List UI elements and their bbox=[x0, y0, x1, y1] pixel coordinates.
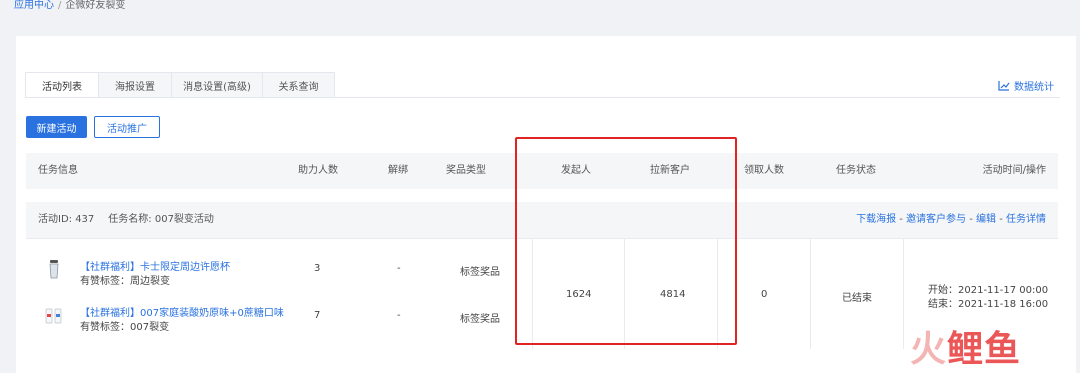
promote-activity-button[interactable]: 活动推广 bbox=[94, 116, 160, 138]
breadcrumb-app-center[interactable]: 应用中心 bbox=[14, 0, 54, 11]
activity-meta: 活动ID: 437 任务名称: 007裂变活动 bbox=[38, 202, 214, 238]
tab-poster-settings[interactable]: 海报设置 bbox=[99, 72, 172, 98]
task-name: 任务名称: 007裂变活动 bbox=[108, 214, 214, 225]
tab-bar: 活动列表 海报设置 消息设置(高级) 关系查询 bbox=[25, 72, 335, 98]
header-helpers: 助力人数 bbox=[298, 165, 338, 176]
tab-relation-query[interactable]: 关系查询 bbox=[263, 72, 335, 98]
helpers-count: 7 bbox=[314, 310, 321, 321]
data-stats-label: 数据统计 bbox=[1014, 82, 1054, 93]
download-poster-link[interactable]: 下载海报 bbox=[856, 214, 896, 225]
breadcrumb-separator: / bbox=[58, 0, 62, 11]
activity-id: 活动ID: 437 bbox=[38, 214, 95, 225]
new-activity-button[interactable]: 新建活动 bbox=[26, 116, 87, 138]
ops-separator: - bbox=[966, 214, 977, 225]
column-divider bbox=[903, 239, 904, 349]
breadcrumb: 应用中心 / 企微好友裂变 bbox=[14, 0, 125, 14]
data-stats-link[interactable]: 数据统计 bbox=[998, 78, 1054, 93]
end-time: 结束：2021-11-18 16:00 bbox=[928, 299, 1049, 310]
column-divider bbox=[810, 239, 811, 349]
edit-link[interactable]: 编辑 bbox=[976, 214, 996, 225]
unbind-value: - bbox=[397, 263, 401, 274]
status-badge: 已结束 bbox=[842, 293, 872, 304]
cup-icon bbox=[49, 260, 59, 279]
product-title[interactable]: 【社群福利】007家庭装酸奶原味+0蔗糖口味 bbox=[80, 304, 284, 319]
header-claimed: 领取人数 bbox=[744, 165, 784, 176]
highlight-box bbox=[515, 137, 737, 345]
breadcrumb-current: 企微好友裂变 bbox=[65, 0, 126, 11]
header-task-info: 任务信息 bbox=[38, 165, 78, 176]
watermark-part1: 火 bbox=[910, 329, 948, 370]
yogurt-icon bbox=[45, 308, 62, 324]
invite-customers-link[interactable]: 邀请客户参与 bbox=[906, 214, 966, 225]
product-tag: 有赞标签：007裂变 bbox=[80, 322, 170, 333]
header-unbind: 解绑 bbox=[388, 165, 408, 176]
activity-ops: 下载海报 - 邀请客户参与 - 编辑 - 任务详情 bbox=[856, 202, 1046, 238]
tab-divider bbox=[25, 97, 1060, 98]
chart-icon bbox=[998, 80, 1010, 91]
ops-separator: - bbox=[996, 214, 1006, 225]
task-detail-link[interactable]: 任务详情 bbox=[1006, 214, 1046, 225]
tab-activity-list[interactable]: 活动列表 bbox=[25, 72, 99, 98]
unbind-value: - bbox=[397, 310, 401, 321]
product-title[interactable]: 【社群福利】卡士限定周边许愿杯 bbox=[80, 258, 230, 273]
header-time-ops: 活动时间/操作 bbox=[982, 165, 1046, 176]
helpers-count: 3 bbox=[314, 263, 321, 274]
ops-separator: - bbox=[896, 214, 907, 225]
header-prize-type: 奖品类型 bbox=[446, 165, 486, 176]
start-time: 开始：2021-11-17 00:00 bbox=[928, 285, 1049, 296]
header-task-status: 任务状态 bbox=[836, 165, 876, 176]
claimed-count: 0 bbox=[761, 289, 768, 300]
prize-type: 标签奖品 bbox=[460, 314, 500, 325]
prize-type: 标签奖品 bbox=[460, 267, 500, 278]
watermark-logo: 火鲤鱼 bbox=[910, 330, 1021, 370]
tab-message-settings[interactable]: 消息设置(高级) bbox=[172, 72, 263, 98]
product-tag: 有赞标签：周边裂变 bbox=[80, 276, 170, 287]
watermark-part2: 鲤鱼 bbox=[947, 329, 1022, 370]
